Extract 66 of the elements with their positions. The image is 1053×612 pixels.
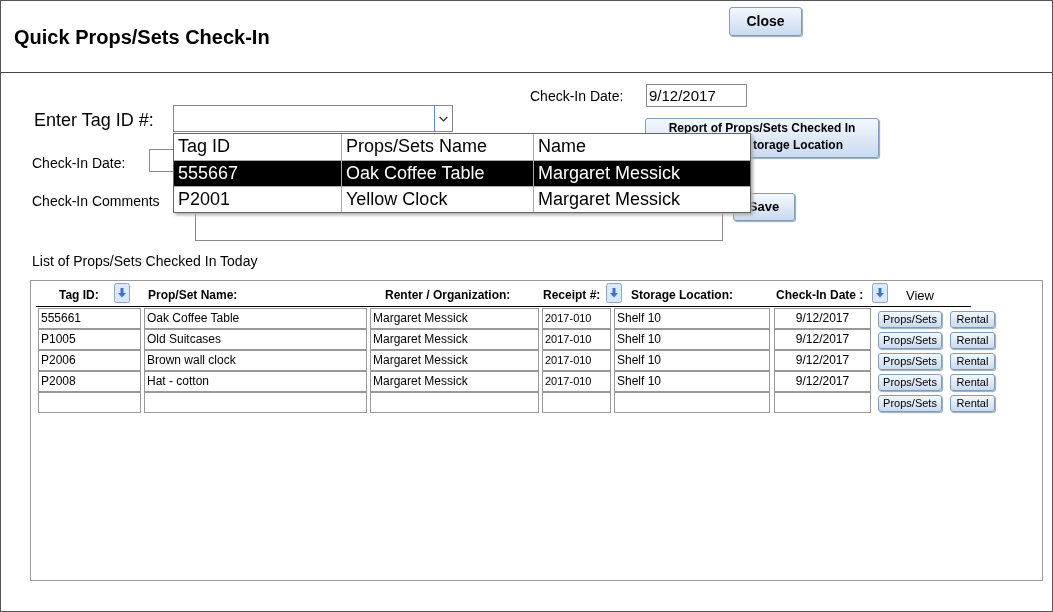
table-cell[interactable]: 2017-010 [542, 308, 611, 329]
table-cell[interactable]: 2017-010 [542, 350, 611, 371]
dropdown-cell: P2001 [174, 187, 342, 212]
table-cell[interactable] [774, 392, 871, 413]
table-cell[interactable]: Hat - cotton [144, 371, 367, 392]
props-sets-button[interactable]: Props/Sets [878, 332, 942, 349]
rental-button[interactable]: Rental [950, 311, 995, 328]
table-cell[interactable]: P1005 [38, 329, 141, 350]
column-header: View [906, 287, 934, 305]
table-cell[interactable]: Margaret Messick [370, 308, 539, 329]
props-sets-button[interactable]: Props/Sets [878, 395, 942, 412]
table-cell[interactable] [614, 392, 770, 413]
dropdown-cell-text: Margaret Messick [537, 162, 682, 185]
table-cell[interactable]: Shelf 10 [614, 308, 770, 329]
table-cell[interactable]: Brown wall clock [144, 350, 367, 371]
sort-down-icon[interactable] [606, 283, 622, 303]
table-cell[interactable]: 2017-010 [542, 371, 611, 392]
table-cell[interactable]: 9/12/2017 [774, 371, 871, 392]
table-cell[interactable]: 9/12/2017 [774, 329, 871, 350]
column-header: Receipt #: [543, 287, 601, 304]
section-title: List of Props/Sets Checked In Today [32, 252, 258, 271]
column-header: Renter / Organization: [385, 287, 511, 304]
close-button[interactable]: Close [729, 7, 802, 36]
table-cell[interactable]: Shelf 10 [614, 350, 770, 371]
rental-button[interactable]: Rental [950, 353, 995, 370]
column-header: Storage Location: [631, 287, 733, 304]
rental-button[interactable]: Rental [950, 395, 995, 412]
column-header: Tag ID: [59, 287, 99, 304]
table-cell[interactable]: 9/12/2017 [774, 350, 871, 371]
sort-down-icon[interactable] [114, 283, 130, 303]
field-label: Check-In Comments [32, 192, 161, 211]
table-cell[interactable] [542, 392, 611, 413]
field-label: Check-In Date: [32, 154, 126, 173]
column-header: Prop/Set Name: [148, 287, 238, 304]
column-header: Name [537, 135, 587, 158]
table-cell[interactable]: Shelf 10 [614, 329, 770, 350]
sort-down-icon[interactable] [872, 283, 888, 303]
props-sets-button[interactable]: Props/Sets [878, 311, 942, 328]
tag-id-combo-field[interactable] [173, 105, 453, 132]
field-label: Check-In Date: [530, 87, 624, 106]
props-sets-button[interactable]: Props/Sets [878, 374, 942, 391]
date-field[interactable]: 9/12/2017 [646, 84, 747, 107]
table-cell[interactable]: 2017-010 [542, 329, 611, 350]
table-cell[interactable] [38, 392, 141, 413]
table-cell[interactable]: 555661 [38, 308, 141, 329]
table-cell[interactable]: P2006 [38, 350, 141, 371]
table-cell[interactable]: Margaret Messick [370, 371, 539, 392]
table-cell[interactable]: 9/12/2017 [774, 308, 871, 329]
dropdown-cell: Yellow Clock [342, 187, 534, 212]
column-header: Check-In Date : [776, 287, 864, 304]
rental-button[interactable]: Rental [950, 332, 995, 349]
dropdown-row[interactable]: P2001 Yellow Clock Margaret Messick [174, 186, 750, 212]
table-cell[interactable]: Oak Coffee Table [144, 308, 367, 329]
rental-button[interactable]: Rental [950, 374, 995, 391]
dropdown-row[interactable]: 555667 Oak Coffee Table Margaret Messick [174, 160, 750, 186]
dropdown-cell-text: Margaret Messick [537, 188, 682, 211]
field-label: Enter Tag ID #: [34, 109, 154, 132]
table-cell[interactable]: Old Suitcases [144, 329, 367, 350]
window-title: Quick Props/Sets Check-In [14, 25, 270, 50]
props-sets-button[interactable]: Props/Sets [878, 353, 942, 370]
table-cell[interactable]: Margaret Messick [370, 350, 539, 371]
table-cell[interactable]: Shelf 10 [614, 371, 770, 392]
table-cell[interactable]: P2008 [38, 371, 141, 392]
table-cell[interactable] [144, 392, 367, 413]
table-cell[interactable] [370, 392, 539, 413]
table-cell[interactable]: Margaret Messick [370, 329, 539, 350]
